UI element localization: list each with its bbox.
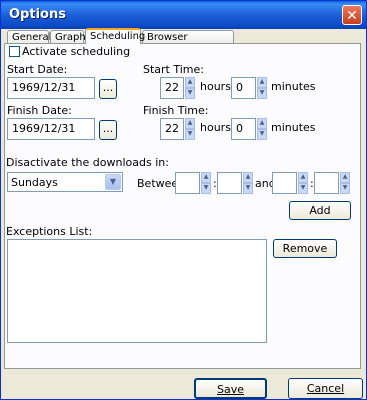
start-hours-unit: hours <box>200 80 231 93</box>
start-minutes-spinner[interactable]: ▲ ▼ <box>257 77 267 99</box>
spin-up-icon[interactable]: ▲ <box>185 118 195 129</box>
start-minutes-input[interactable]: 0 <box>231 77 256 99</box>
scheduling-panel: Activate scheduling Start Date: 1969/12/… <box>4 43 361 369</box>
activate-scheduling-label: Activate scheduling <box>22 45 131 58</box>
spin-down-icon[interactable]: ▼ <box>257 88 267 99</box>
start-date-field[interactable]: 1969/12/31 <box>7 77 95 99</box>
spin-up-icon[interactable]: ▲ <box>201 172 211 183</box>
start-hours-spinner[interactable]: ▲ ▼ <box>185 77 195 99</box>
spin-down-icon[interactable]: ▼ <box>185 88 195 99</box>
spin-up-icon[interactable]: ▲ <box>257 77 267 88</box>
spin-up-icon[interactable]: ▲ <box>243 172 253 183</box>
spin-up-icon[interactable]: ▲ <box>185 77 195 88</box>
spin-down-icon[interactable]: ▼ <box>298 183 308 194</box>
tab-graph[interactable]: Graph <box>50 30 86 44</box>
finish-date-picker-button[interactable]: ... <box>99 120 117 140</box>
finish-minutes-input[interactable]: 0 <box>231 118 256 140</box>
finish-time-label: Finish Time: <box>143 104 209 117</box>
deactivate-label: Disactivate the downloads in: <box>6 156 169 169</box>
save-button[interactable]: Save <box>194 378 267 399</box>
between-start-minute-input[interactable] <box>217 172 242 194</box>
between-end-hour-spinner[interactable]: ▲ ▼ <box>298 172 308 194</box>
spin-up-icon[interactable]: ▲ <box>340 172 350 183</box>
finish-minutes-unit: minutes <box>271 121 316 134</box>
spin-up-icon[interactable]: ▲ <box>298 172 308 183</box>
start-time-label: Start Time: <box>143 63 204 76</box>
start-minutes-unit: minutes <box>271 80 316 93</box>
add-button[interactable]: Add <box>289 201 351 220</box>
day-select-value: Sundays <box>11 176 58 189</box>
spin-down-icon[interactable]: ▼ <box>243 183 253 194</box>
finish-minutes-spinner[interactable]: ▲ ▼ <box>257 118 267 140</box>
finish-date-label: Finish Date: <box>7 104 72 117</box>
between-end-minute-input[interactable] <box>314 172 339 194</box>
start-date-label: Start Date: <box>7 63 68 76</box>
exceptions-list-label: Exceptions List: <box>6 225 93 238</box>
spin-up-icon[interactable]: ▲ <box>257 118 267 129</box>
spin-down-icon[interactable]: ▼ <box>340 183 350 194</box>
close-icon[interactable]: ✕ <box>342 5 362 25</box>
finish-date-field[interactable]: 1969/12/31 <box>7 118 95 140</box>
window-title: Options <box>9 7 66 22</box>
exceptions-list[interactable] <box>7 239 267 343</box>
between-end-hour-input[interactable] <box>272 172 297 194</box>
remove-button[interactable]: Remove <box>273 239 337 258</box>
cancel-button[interactable]: Cancel <box>288 378 363 399</box>
tab-scheduling[interactable]: Scheduling <box>85 28 145 44</box>
spin-down-icon[interactable]: ▼ <box>185 129 195 140</box>
spin-down-icon[interactable]: ▼ <box>201 183 211 194</box>
chevron-down-icon[interactable]: ▼ <box>105 174 121 190</box>
tab-browser-integration[interactable]: Browser Integration <box>142 30 234 57</box>
finish-hours-input[interactable]: 22 <box>160 118 184 140</box>
between-start-minute-spinner[interactable]: ▲ ▼ <box>243 172 253 194</box>
options-window: Options ✕ General Graph Scheduling Brows… <box>0 0 367 400</box>
save-label: Save <box>216 383 244 396</box>
title-bar: Options ✕ <box>1 1 366 29</box>
tab-general[interactable]: General <box>7 30 51 44</box>
finish-hours-unit: hours <box>200 121 231 134</box>
activate-scheduling-checkbox[interactable] <box>9 46 20 57</box>
start-date-picker-button[interactable]: ... <box>99 79 117 99</box>
day-select[interactable]: Sundays ▼ <box>7 172 123 192</box>
between-start-hour-input[interactable] <box>175 172 200 194</box>
between-end-minute-spinner[interactable]: ▲ ▼ <box>340 172 350 194</box>
start-hours-input[interactable]: 22 <box>160 77 184 99</box>
between-start-hour-spinner[interactable]: ▲ ▼ <box>201 172 211 194</box>
finish-hours-spinner[interactable]: ▲ ▼ <box>185 118 195 140</box>
cancel-label: Cancel <box>306 382 345 395</box>
spin-down-icon[interactable]: ▼ <box>257 129 267 140</box>
